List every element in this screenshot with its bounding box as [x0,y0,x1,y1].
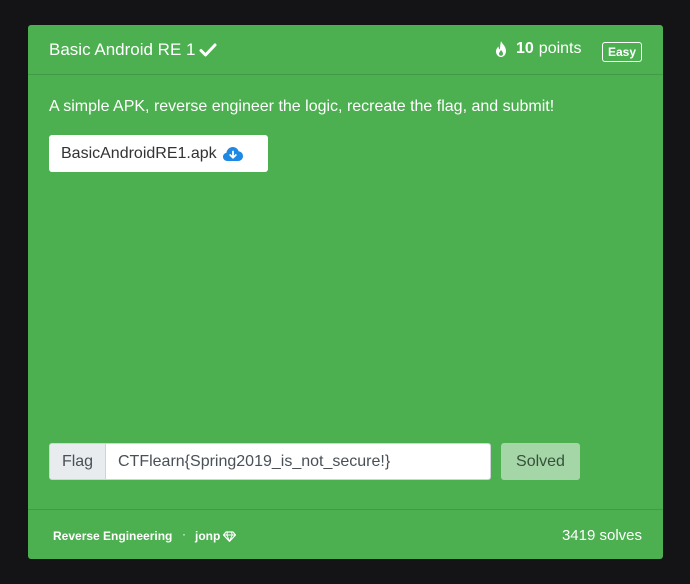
points-label: points [538,40,582,57]
card-header: Basic Android RE 1 10 points Easy [28,25,663,75]
author-link[interactable]: jonp [195,529,237,543]
points-display: 10 points [493,40,582,58]
diamond-icon [223,530,237,542]
flag-form: Flag [49,443,491,480]
file-name: BasicAndroidRE1.apk [61,144,217,162]
solved-button[interactable]: Solved [501,443,580,480]
challenge-title: Basic Android RE 1 [49,40,217,60]
card-footer: Reverse Engineering · jonp 3419 solves [28,509,663,559]
difficulty-badge: Easy [602,42,642,62]
challenge-title-text: Basic Android RE 1 [49,40,196,59]
check-icon [199,42,217,58]
author-name: jonp [195,529,221,543]
flag-input[interactable] [106,443,491,480]
flag-label: Flag [49,443,106,480]
challenge-card: Basic Android RE 1 10 points Easy A simp… [28,25,663,559]
challenge-description: A simple APK, reverse engineer the logic… [49,98,555,115]
file-download-button[interactable]: BasicAndroidRE1.apk [49,135,268,172]
category-link[interactable]: Reverse Engineering [53,529,172,543]
fire-icon [493,40,509,58]
points-value: 10 [516,40,534,57]
solves-count: 3419 solves [561,527,642,544]
footer-separator: · [182,527,186,541]
cloud-download-icon [222,146,244,162]
